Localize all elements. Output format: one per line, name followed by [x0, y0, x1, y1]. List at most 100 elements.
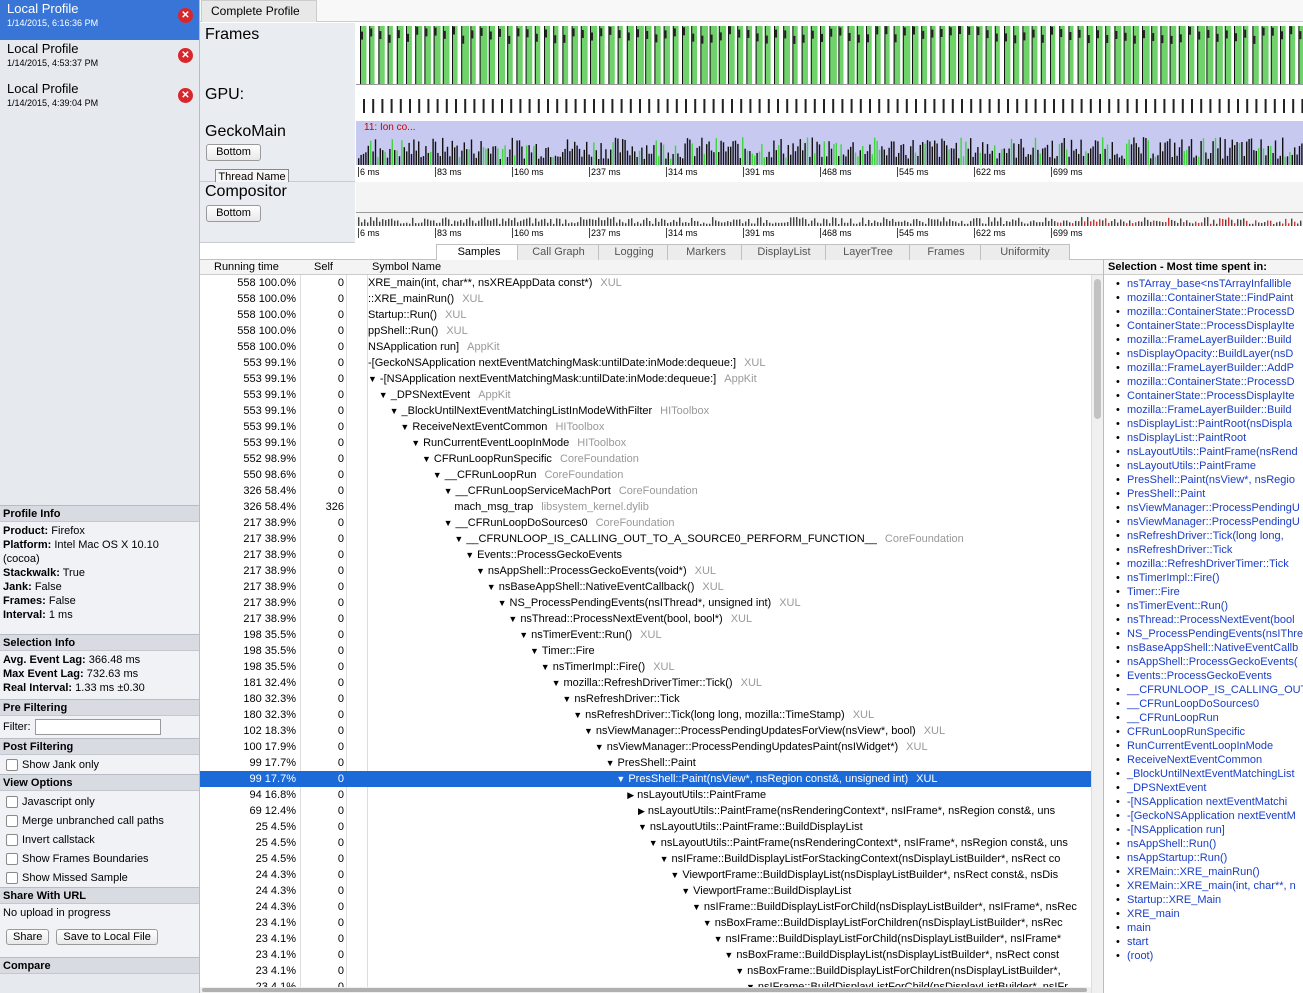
- expanded-arrow-icon[interactable]: ▼: [735, 966, 744, 976]
- selection-item[interactable]: main: [1116, 921, 1303, 935]
- expanded-arrow-icon[interactable]: ▼: [703, 918, 712, 928]
- selection-item[interactable]: -[GeckoNSApplication nextEventM: [1116, 809, 1303, 823]
- selection-item[interactable]: CFRunLoopRunSpecific: [1116, 725, 1303, 739]
- frames-track[interactable]: [356, 23, 1303, 121]
- tab-displaylist[interactable]: DisplayList: [741, 244, 827, 260]
- selection-item[interactable]: nsViewManager::ProcessPendingU: [1116, 515, 1303, 529]
- tree-row[interactable]: 326 58.4% 0 ▼ __CFRunLoopServiceMachPort Cor…: [200, 483, 1091, 499]
- view-option-checkbox[interactable]: Javascript only: [0, 792, 199, 811]
- tree-row[interactable]: 23 4.1% 0 ▼ nsBoxFrame::BuildDisplayListFor…: [200, 915, 1091, 931]
- tree-row[interactable]: 181 32.4% 0 ▼ mozilla::RefreshDriverTimer::…: [200, 675, 1091, 691]
- expanded-arrow-icon[interactable]: ▼: [606, 758, 615, 768]
- selection-item[interactable]: nsLayoutUtils::PaintFrame: [1116, 459, 1303, 473]
- expanded-arrow-icon[interactable]: ▼: [454, 534, 463, 544]
- tree-row[interactable]: 24 4.3% 0 ▼ ViewportFrame::BuildDisplayList: [200, 883, 1091, 899]
- selection-item[interactable]: nsDisplayList::PaintRoot: [1116, 431, 1303, 445]
- self-header[interactable]: Self: [314, 261, 333, 273]
- tree-row[interactable]: 94 16.8% 0 ▶ nsLayoutUtils::PaintFrame: [200, 787, 1091, 803]
- tree-row[interactable]: 217 38.9% 0 ▼ nsBaseAppShell::NativeEventCa…: [200, 579, 1091, 595]
- selection-item[interactable]: nsTimerEvent::Run(): [1116, 599, 1303, 613]
- selection-item[interactable]: mozilla::ContainerState::FindPaint: [1116, 291, 1303, 305]
- selection-item[interactable]: nsAppStartup::Run(): [1116, 851, 1303, 865]
- selection-item[interactable]: nsDisplayList::PaintRoot(nsDispla: [1116, 417, 1303, 431]
- expanded-arrow-icon[interactable]: ▼: [724, 950, 733, 960]
- selection-item[interactable]: mozilla::FrameLayerBuilder::Build: [1116, 403, 1303, 417]
- tab-uniformity[interactable]: Uniformity: [980, 244, 1070, 260]
- tree-row[interactable]: 553 99.1% 0 ▼ RunCurrentEventLoopInMode HITo…: [200, 435, 1091, 451]
- tree-row[interactable]: 558 100.0% 0 NSApplication run] AppKit: [200, 339, 1091, 355]
- tree-row[interactable]: 198 35.5% 0 ▼ nsTimerEvent::Run() XUL: [200, 627, 1091, 643]
- tree-row[interactable]: 558 100.0% 0 ppShell::Run() XUL: [200, 323, 1091, 339]
- expanded-arrow-icon[interactable]: ▼: [411, 438, 420, 448]
- expanded-arrow-icon[interactable]: ▼: [584, 726, 593, 736]
- selection-item[interactable]: PresShell::Paint(nsView*, nsRegio: [1116, 473, 1303, 487]
- tree-row[interactable]: 217 38.9% 0 ▼ nsAppShell::ProcessGeckoEvent…: [200, 563, 1091, 579]
- tree-row[interactable]: 558 100.0% 0 XRE_main(int, char**, nsXREAp…: [200, 275, 1091, 291]
- checkbox-icon[interactable]: [6, 852, 18, 865]
- tree-row[interactable]: 23 4.1% 0 ▼nsIFrame::BuildDisplayListForCh…: [200, 931, 1091, 947]
- geckomain-track[interactable]: 11: Ion co... 6 ms 83 ms 160 ms 237 ms 314 m…: [356, 121, 1303, 182]
- compositor-bottom-button[interactable]: Bottom: [206, 205, 261, 222]
- tree-row[interactable]: 25 4.5% 0 ▼ nsLayoutUtils::PaintFrame::Buil…: [200, 819, 1091, 835]
- tree-row[interactable]: 553 99.1% 0 -[GeckoNSApplication nextEvent…: [200, 355, 1091, 371]
- selection-item[interactable]: nsViewManager::ProcessPendingU: [1116, 501, 1303, 515]
- tree-row[interactable]: 553 99.1% 0 ▼ ReceiveNextEventCommon HIToolb…: [200, 419, 1091, 435]
- tab-logging[interactable]: Logging: [598, 244, 670, 260]
- tree-row[interactable]: 558 100.0% 0 Startup::Run() XUL: [200, 307, 1091, 323]
- tree-row[interactable]: 99 17.7% 0 ▼ PresShell::Paint(nsView*, nsRe…: [200, 771, 1091, 787]
- delete-profile-icon[interactable]: ✕: [178, 88, 193, 103]
- selection-item[interactable]: RunCurrentEventLoopInMode: [1116, 739, 1303, 753]
- expanded-arrow-icon[interactable]: ▼: [465, 550, 474, 560]
- expanded-arrow-icon[interactable]: ▼: [444, 486, 453, 496]
- selection-item[interactable]: nsRefreshDriver::Tick(long long,: [1116, 529, 1303, 543]
- selection-item[interactable]: ContainerState::ProcessDisplayIte: [1116, 389, 1303, 403]
- selection-item[interactable]: nsThread::ProcessNextEvent(bool: [1116, 613, 1303, 627]
- selection-item[interactable]: _DPSNextEvent: [1116, 781, 1303, 795]
- selection-item[interactable]: XREMain::XRE_main(int, char**, n: [1116, 879, 1303, 893]
- tree-row[interactable]: 217 38.9% 0 ▼ nsThread::ProcessNextEvent(bo…: [200, 611, 1091, 627]
- expanded-arrow-icon[interactable]: ▼: [649, 838, 658, 848]
- selection-item[interactable]: nsAppShell::ProcessGeckoEvents(: [1116, 655, 1303, 669]
- tab-complete-profile[interactable]: Complete Profile: [201, 0, 317, 22]
- tree-row[interactable]: 180 32.3% 0 ▼ nsRefreshDriver::Tick(long lo…: [200, 707, 1091, 723]
- selection-item[interactable]: nsAppShell::Run(): [1116, 837, 1303, 851]
- scrollbar-thumb[interactable]: [1094, 279, 1101, 419]
- expanded-arrow-icon[interactable]: ▼: [552, 678, 561, 688]
- expanded-arrow-icon[interactable]: ▼: [660, 854, 669, 864]
- tree-row[interactable]: 553 99.1% 0 ▼ _DPSNextEvent AppKit: [200, 387, 1091, 403]
- selection-item[interactable]: mozilla::ContainerState::ProcessD: [1116, 305, 1303, 319]
- expanded-arrow-icon[interactable]: ▼: [573, 710, 582, 720]
- checkbox-icon[interactable]: [6, 758, 18, 771]
- selection-item[interactable]: (root): [1116, 949, 1303, 963]
- expanded-arrow-icon[interactable]: ▼: [692, 902, 701, 912]
- tree-row[interactable]: 23 4.1% 0 ▼ nsBoxFrame::BuildDisplayList(ns…: [200, 947, 1091, 963]
- checkbox-icon[interactable]: [6, 795, 18, 808]
- tree-row[interactable]: 217 38.9% 0 ▼ __CFRunLoopDoSources0 CoreFoun…: [200, 515, 1091, 531]
- selection-item[interactable]: nsDisplayOpacity::BuildLayer(nsD: [1116, 347, 1303, 361]
- tab-samples[interactable]: Samples: [436, 244, 522, 260]
- tree-row[interactable]: 553 99.1% 0 ▼ -[NSApplication nextEventMatc…: [200, 371, 1091, 387]
- tree-row[interactable]: 99 17.7% 0 ▼ PresShell::Paint: [200, 755, 1091, 771]
- selection-item[interactable]: XRE_main: [1116, 907, 1303, 921]
- view-option-checkbox[interactable]: Merge unbranched call paths: [0, 811, 199, 830]
- selection-item[interactable]: mozilla::RefreshDriverTimer::Tick: [1116, 557, 1303, 571]
- geckomain-bottom-button[interactable]: Bottom: [206, 144, 261, 161]
- tree-row[interactable]: 198 35.5% 0 ▼ nsTimerImpl::Fire() XUL: [200, 659, 1091, 675]
- tree-row[interactable]: 550 98.6% 0 ▼ __CFRunLoopRun CoreFoundation: [200, 467, 1091, 483]
- selection-item[interactable]: __CFRunLoopDoSources0: [1116, 697, 1303, 711]
- selection-item[interactable]: __CFRUNLOOP_IS_CALLING_OUT_: [1116, 683, 1303, 697]
- save-local-button[interactable]: Save to Local File: [56, 929, 158, 945]
- checkbox-icon[interactable]: [6, 814, 18, 827]
- selection-item[interactable]: start: [1116, 935, 1303, 949]
- expanded-arrow-icon[interactable]: ▼: [487, 582, 496, 592]
- running-time-header[interactable]: Running time: [214, 261, 279, 273]
- tree-row[interactable]: 217 38.9% 0 ▼ NS_ProcessPendingEvents(nsITh…: [200, 595, 1091, 611]
- profile-item[interactable]: Local Profile 1/14/2015, 6:16:36 PM ✕: [0, 0, 199, 40]
- collapsed-arrow-icon[interactable]: ▶: [638, 806, 645, 816]
- expanded-arrow-icon[interactable]: ▼: [562, 694, 571, 704]
- tree-row[interactable]: 553 99.1% 0 ▼ _BlockUntilNextEventMatchingL…: [200, 403, 1091, 419]
- view-option-checkbox[interactable]: Invert callstack: [0, 830, 199, 849]
- tree-row[interactable]: 23 4.1% 0 ▼ nsBoxFrame::BuildDisplayListFor…: [200, 963, 1091, 979]
- delete-profile-icon[interactable]: ✕: [178, 48, 193, 63]
- view-option-checkbox[interactable]: Show Missed Sample: [0, 868, 199, 887]
